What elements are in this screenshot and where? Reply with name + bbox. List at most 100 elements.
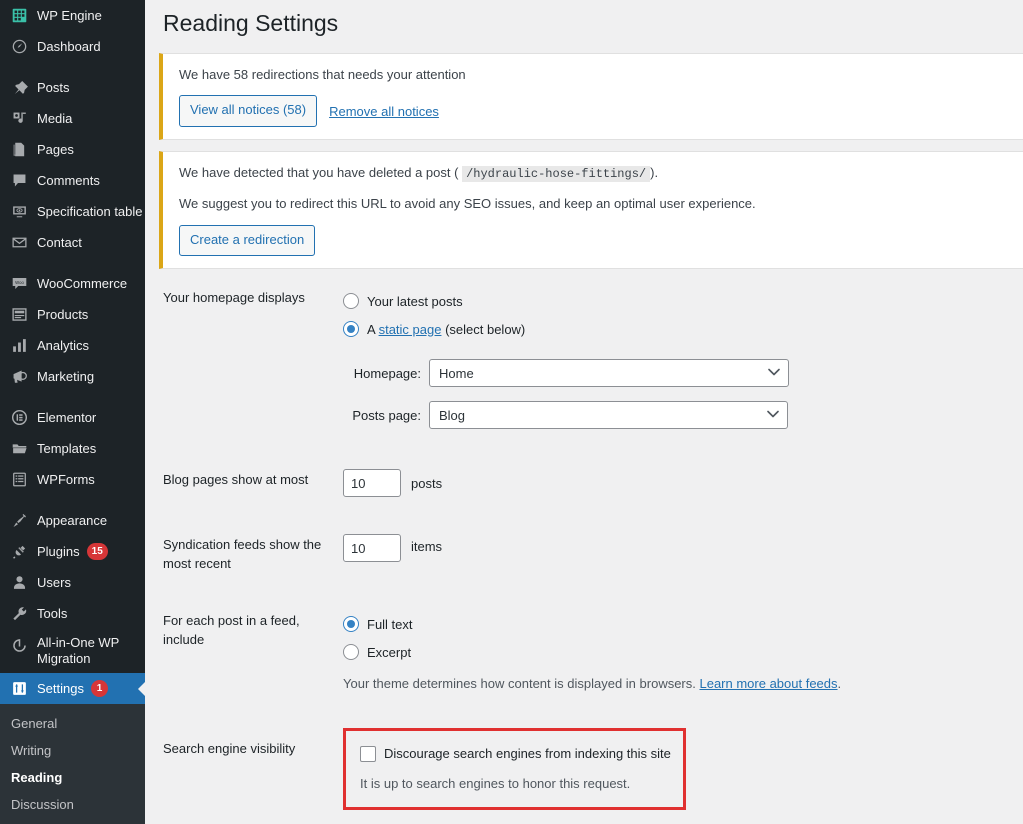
label-homepage-displays: Your homepage displays — [163, 290, 305, 306]
sidebar-item-label: Comments — [37, 172, 100, 188]
discourage-indexing-checkbox[interactable] — [360, 745, 376, 762]
checkbox-discourage-row[interactable]: Discourage search engines from indexing … — [360, 740, 671, 768]
row-homepage-select: Homepage: Home — [343, 359, 1023, 388]
sidebar-item-label: Plugins — [37, 543, 80, 559]
sidebar-item-wp-engine[interactable]: WP Engine — [0, 0, 145, 31]
submenu-item-discussion[interactable]: Discussion — [0, 791, 145, 818]
sidebar-item-badge: 1 — [90, 680, 108, 697]
sidebar-item-contact[interactable]: Contact — [0, 227, 145, 258]
feed-note-text: Your theme determines how content is dis… — [343, 676, 700, 692]
sidebar-item-settings[interactable]: Settings 1 — [0, 673, 145, 704]
pin-icon — [9, 78, 29, 98]
blog-pages-input[interactable]: 10 — [343, 469, 401, 498]
sidebar-item-label: Products — [37, 306, 89, 322]
notice-deleted-post-line2: We suggest you to redirect this URL to a… — [179, 196, 756, 212]
syndication-input[interactable]: 10 — [343, 534, 401, 563]
menu-separator — [0, 62, 145, 72]
submenu-item-reading[interactable]: Reading — [0, 764, 145, 791]
learn-more-feeds-link[interactable]: Learn more about feeds — [699, 676, 837, 691]
menu-separator — [0, 495, 145, 505]
submenu-item-media[interactable]: Media — [0, 818, 145, 824]
sidebar-item-analytics[interactable]: Analytics — [0, 330, 145, 361]
posts-page-select-value: Blog — [439, 407, 466, 423]
sidebar-item-woocommerce[interactable]: Woo WooCommerce — [0, 268, 145, 299]
sidebar-item-marketing[interactable]: Marketing — [0, 361, 145, 392]
search-visibility-note: It is up to search engines to honor this… — [360, 775, 631, 791]
blog-pages-unit: posts — [411, 475, 443, 491]
sidebar-item-comments[interactable]: Comments — [0, 165, 145, 196]
sidebar-item-wpforms[interactable]: WPForms — [0, 464, 145, 495]
field-search-visibility: Discourage search engines from indexing … — [335, 727, 1023, 811]
view-all-notices-button[interactable]: View all notices (58) — [179, 95, 318, 128]
notice-deleted-post-suffix: ). — [650, 165, 659, 181]
sidebar-item-users[interactable]: Users — [0, 567, 145, 598]
wrench-icon — [9, 604, 29, 624]
plug-icon — [9, 542, 29, 562]
search-visibility-highlight: Discourage search engines from indexing … — [343, 727, 686, 811]
label-search-visibility: Search engine visibility — [163, 740, 296, 756]
sidebar-item-appearance[interactable]: Appearance — [0, 505, 145, 536]
sidebar-item-templates[interactable]: Templates — [0, 433, 145, 464]
submenu-item-writing[interactable]: Writing — [0, 737, 145, 764]
admin-screen: WP Engine Dashboard Posts Media Pages Comment… — [0, 0, 1023, 824]
radio-latest-posts[interactable] — [343, 293, 359, 310]
sidebar-item-label: Appearance — [37, 512, 108, 528]
comment-icon — [9, 171, 29, 191]
static-suffix: (select below) — [441, 321, 526, 337]
sidebar-item-label: Templates — [37, 440, 97, 456]
reading-settings-form: Your homepage displays Your latest posts… — [145, 269, 1023, 824]
submenu-item-general[interactable]: General — [0, 710, 145, 737]
remove-all-notices-link[interactable]: Remove all notices — [329, 104, 439, 119]
sidebar-item-dashboard[interactable]: Dashboard — [0, 31, 145, 62]
sidebar-item-products[interactable]: Products — [0, 299, 145, 330]
sidebar-item-tools[interactable]: Tools — [0, 598, 145, 629]
page-title: Reading Settings — [163, 10, 339, 36]
radio-latest-posts-label: Your latest posts — [367, 293, 463, 309]
radio-excerpt[interactable] — [343, 644, 359, 661]
woocommerce-icon: Woo — [9, 274, 29, 294]
chevron-down-icon — [768, 368, 780, 379]
dashboard-gauge-icon — [9, 37, 29, 57]
sidebar-item-posts[interactable]: Posts — [0, 72, 145, 103]
radio-static-page-row[interactable]: A static page (select below) — [343, 315, 1023, 343]
field-feed-include: Full text Excerpt Your theme determines … — [335, 610, 1023, 694]
label-syndication: Syndication feeds show the most recent — [163, 537, 322, 572]
radio-static-page-label: A static page (select below) — [367, 322, 525, 337]
create-redirection-button[interactable]: Create a redirection — [179, 224, 316, 257]
sidebar-item-media[interactable]: Media — [0, 103, 145, 134]
sidebar-item-label: Media — [37, 110, 73, 126]
sidebar-item-label: Contact — [37, 234, 82, 250]
row-feed-include: For each post in a feed, include Full te… — [145, 610, 1023, 694]
clipboard-icon — [9, 470, 29, 490]
sidebar-item-pages[interactable]: Pages — [0, 134, 145, 165]
posts-page-select[interactable]: Blog — [429, 401, 788, 430]
radio-static-page[interactable] — [343, 321, 359, 338]
notice-deleted-post-actions: Create a redirection — [179, 224, 1011, 257]
notice-deleted-post: We have detected that you have deleted a… — [159, 151, 1023, 270]
notice-redirections-text: We have 58 redirections that needs your … — [179, 66, 466, 82]
settings-sliders-icon — [9, 679, 29, 699]
radio-full-text[interactable] — [343, 616, 359, 633]
sidebar-item-elementor[interactable]: Elementor — [0, 402, 145, 433]
elementor-icon — [9, 408, 29, 428]
sidebar-item-label: WP Engine — [37, 7, 102, 23]
sidebar-item-label: WPForms — [37, 471, 95, 487]
notice-deleted-post-line1: We have detected that you have deleted a… — [179, 163, 1011, 183]
sidebar-item-all-in-one-wp-migration[interactable]: All-in-One WP Migration — [0, 629, 145, 673]
field-blog-pages: 10 posts — [335, 469, 1023, 498]
sidebar-item-label: WooCommerce — [37, 275, 128, 291]
feed-note-suffix: . — [837, 676, 842, 692]
static-page-link[interactable]: static page — [379, 322, 442, 337]
notice-gap — [145, 140, 1023, 151]
row-syndication: Syndication feeds show the most recent 1… — [145, 534, 1023, 574]
products-icon — [9, 305, 29, 325]
radio-full-text-row[interactable]: Full text — [343, 610, 1023, 638]
sidebar-item-specification-table[interactable]: Specification table — [0, 196, 145, 227]
homepage-select[interactable]: Home — [429, 359, 789, 388]
radio-excerpt-row[interactable]: Excerpt — [343, 638, 1023, 666]
radio-latest-posts-row[interactable]: Your latest posts — [343, 287, 1023, 315]
admin-sidebar: WP Engine Dashboard Posts Media Pages Comment… — [0, 0, 145, 824]
deleted-post-path: /hydraulic-hose-fittings/ — [462, 166, 651, 183]
chevron-down-icon — [767, 410, 779, 421]
sidebar-item-plugins[interactable]: Plugins 15 — [0, 536, 145, 567]
